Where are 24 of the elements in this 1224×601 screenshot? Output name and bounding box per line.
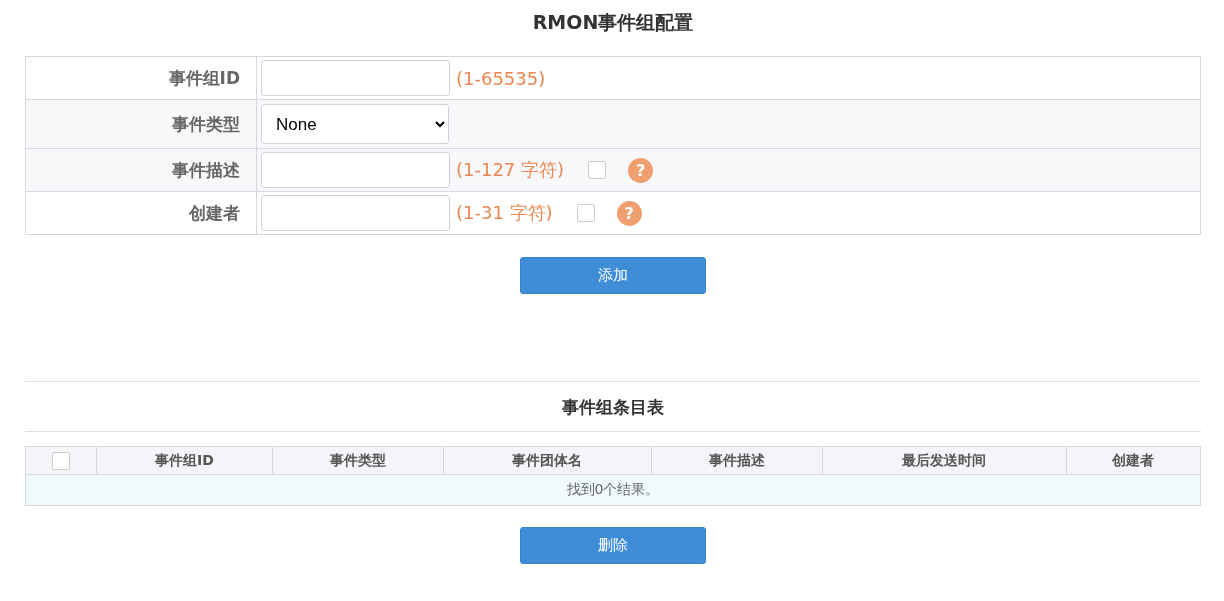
type-select[interactable]: None — [261, 104, 449, 144]
select-all-checkbox[interactable] — [51, 451, 70, 470]
input-field[interactable] — [261, 60, 450, 96]
checkbox[interactable] — [576, 204, 595, 222]
column-header: 事件类型 — [272, 446, 444, 475]
input-field[interactable] — [261, 195, 450, 231]
range-hint: (1-65535) — [456, 67, 546, 89]
add-button[interactable]: 添加 — [520, 257, 706, 294]
empty-message: 找到0个结果。 — [25, 474, 1201, 506]
field-label: 创建者 — [26, 192, 257, 234]
column-header: 最后发送时间 — [822, 446, 1067, 475]
column-header: 创建者 — [1066, 446, 1201, 475]
help-icon[interactable]: ? — [628, 157, 654, 183]
delete-button[interactable]: 删除 — [520, 527, 706, 564]
list-title: 事件组条目表 — [25, 381, 1201, 432]
input-field[interactable] — [261, 152, 450, 188]
column-header: 事件组ID — [96, 446, 273, 475]
checkbox[interactable] — [588, 161, 607, 179]
range-hint: (1-31 字符) — [456, 201, 553, 225]
column-header: 事件团体名 — [443, 446, 652, 475]
help-icon[interactable]: ? — [616, 200, 642, 226]
range-hint: (1-127 字符) — [456, 158, 565, 182]
column-header: 事件描述 — [651, 446, 823, 475]
page-title: RMON事件组配置 — [531, 10, 695, 35]
